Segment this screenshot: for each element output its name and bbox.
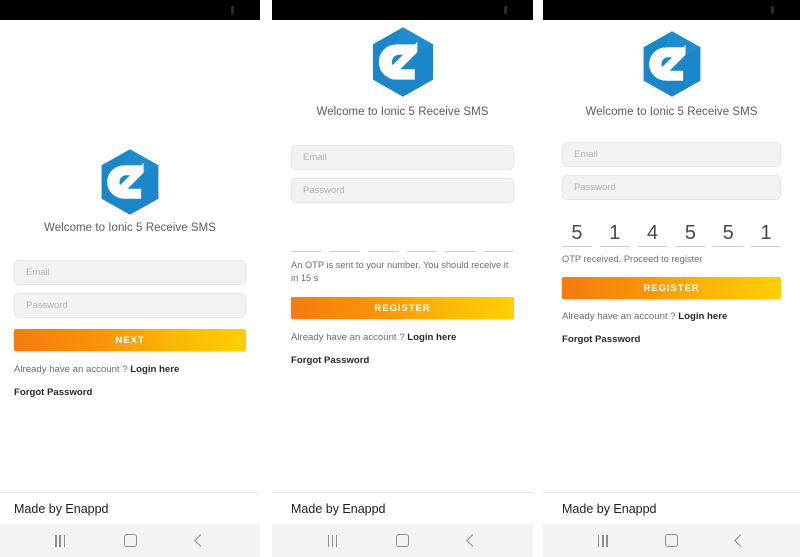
otp-status-note: An OTP is sent to your number. You shoul…	[291, 260, 509, 283]
email-field[interactable]: Email	[14, 260, 246, 285]
login-here-link[interactable]: Login here	[130, 364, 179, 375]
otp-digit-cell[interactable]: 4	[637, 220, 668, 247]
otp-digit-cell[interactable]: 5	[562, 220, 592, 247]
otp-digit-value: 1	[609, 222, 621, 244]
android-nav-bar	[0, 524, 260, 557]
logo-wrap	[291, 26, 514, 98]
login-link-line[interactable]: Already have an account ? Login here	[14, 364, 246, 375]
footer-bar: Made by Enappd	[272, 492, 533, 524]
otp-status-note: OTP received. Proceed to register	[562, 254, 703, 264]
phone-screen-otp-sent: Welcome to Ionic 5 Receive SMS Email Pas…	[272, 0, 533, 557]
app-content-panel-2: Welcome to Ionic 5 Receive SMS Email Pas…	[272, 20, 533, 492]
android-status-bar	[543, 0, 800, 20]
otp-digit-cell[interactable]	[483, 251, 514, 252]
otp-digit-cell[interactable]	[329, 251, 360, 252]
recents-icon[interactable]	[55, 534, 66, 547]
password-field[interactable]: Password	[14, 293, 246, 318]
panel-gap-2	[533, 0, 543, 557]
otp-digit-cell[interactable]: 1	[599, 220, 630, 247]
email-placeholder: Email	[26, 267, 50, 278]
password-placeholder: Password	[26, 300, 68, 311]
email-placeholder: Email	[574, 149, 598, 160]
welcome-heading: Welcome to Ionic 5 Receive SMS	[316, 106, 489, 118]
otp-digit-cell[interactable]	[291, 251, 322, 252]
enappd-hexagon-logo	[101, 149, 159, 215]
otp-digit-value: 5	[684, 222, 696, 244]
otp-digit-cell[interactable]: 5	[675, 220, 706, 247]
logo-wrap	[562, 30, 781, 98]
account-prefix-text: Already have an account ?	[14, 364, 131, 375]
status-bar-icon	[771, 6, 774, 14]
forgot-password-link[interactable]: Forgot Password	[291, 355, 514, 366]
forgot-password-link[interactable]: Forgot Password	[14, 387, 246, 398]
phone-screen-signup-step-1: Welcome to Ionic 5 Receive SMS Email Pas…	[0, 0, 260, 557]
enappd-hexagon-logo	[372, 27, 433, 97]
android-nav-bar	[543, 524, 800, 557]
back-icon[interactable]	[734, 534, 747, 547]
password-placeholder: Password	[303, 185, 345, 196]
status-bar-icon	[231, 6, 234, 14]
password-placeholder: Password	[574, 182, 616, 193]
app-content-panel-3: Welcome to Ionic 5 Receive SMS Email Pas…	[543, 20, 800, 492]
email-field[interactable]: Email	[291, 145, 514, 170]
home-icon[interactable]	[665, 534, 679, 547]
recents-icon[interactable]	[327, 534, 338, 547]
otp-digit-cell[interactable]	[368, 251, 399, 252]
welcome-heading: Welcome to Ionic 5 Receive SMS	[44, 222, 216, 234]
next-button[interactable]: NEXT	[14, 329, 246, 351]
phone-screen-otp-received: Welcome to Ionic 5 Receive SMS Email Pas…	[543, 0, 800, 557]
email-field[interactable]: Email	[562, 142, 781, 167]
footer-bar: Made by Enappd	[543, 492, 800, 524]
otp-digit-value: 1	[760, 222, 772, 244]
enappd-hexagon-logo	[643, 31, 700, 97]
account-prefix-text: Already have an account ?	[562, 311, 679, 322]
panel-gap-1	[260, 0, 272, 557]
otp-digit-value: 5	[571, 222, 583, 244]
status-bar-icon	[504, 6, 507, 14]
made-by-label: Made by Enappd	[291, 501, 386, 516]
logo-wrap	[14, 148, 246, 216]
android-nav-bar	[272, 524, 533, 557]
made-by-label: Made by Enappd	[14, 501, 109, 516]
password-field[interactable]: Password	[291, 178, 514, 203]
register-button[interactable]: REGISTER	[291, 297, 514, 319]
otp-digit-cell[interactable]	[445, 251, 476, 252]
home-icon[interactable]	[396, 534, 410, 547]
android-status-bar	[0, 0, 260, 20]
password-field[interactable]: Password	[562, 175, 781, 200]
account-prefix-text: Already have an account ?	[291, 332, 408, 343]
android-status-bar	[272, 0, 533, 20]
login-link-line[interactable]: Already have an account ? Login here	[291, 332, 514, 343]
app-content-panel-1: Welcome to Ionic 5 Receive SMS Email Pas…	[0, 20, 260, 492]
login-here-link[interactable]: Login here	[407, 332, 456, 343]
otp-input-row[interactable]: 5 1 4 5 5 1	[562, 220, 781, 247]
email-placeholder: Email	[303, 152, 327, 163]
footer-bar: Made by Enappd	[0, 492, 260, 524]
back-icon[interactable]	[193, 534, 207, 547]
forgot-password-link[interactable]: Forgot Password	[562, 334, 781, 345]
back-icon[interactable]	[466, 534, 480, 547]
otp-digit-cell[interactable]: 1	[751, 220, 781, 247]
otp-digit-cell[interactable]: 5	[713, 220, 744, 247]
login-here-link[interactable]: Login here	[678, 311, 727, 322]
login-link-line[interactable]: Already have an account ? Login here	[562, 311, 781, 322]
otp-digit-value: 5	[722, 222, 734, 244]
otp-digit-value: 4	[647, 222, 659, 244]
three-phone-screenshot-strip: Welcome to Ionic 5 Receive SMS Email Pas…	[0, 0, 800, 557]
recents-icon[interactable]	[597, 534, 608, 547]
otp-digit-cell[interactable]	[406, 251, 437, 252]
welcome-heading: Welcome to Ionic 5 Receive SMS	[585, 106, 758, 118]
made-by-label: Made by Enappd	[562, 501, 657, 516]
register-button[interactable]: REGISTER	[562, 277, 781, 299]
home-icon[interactable]	[123, 534, 137, 547]
